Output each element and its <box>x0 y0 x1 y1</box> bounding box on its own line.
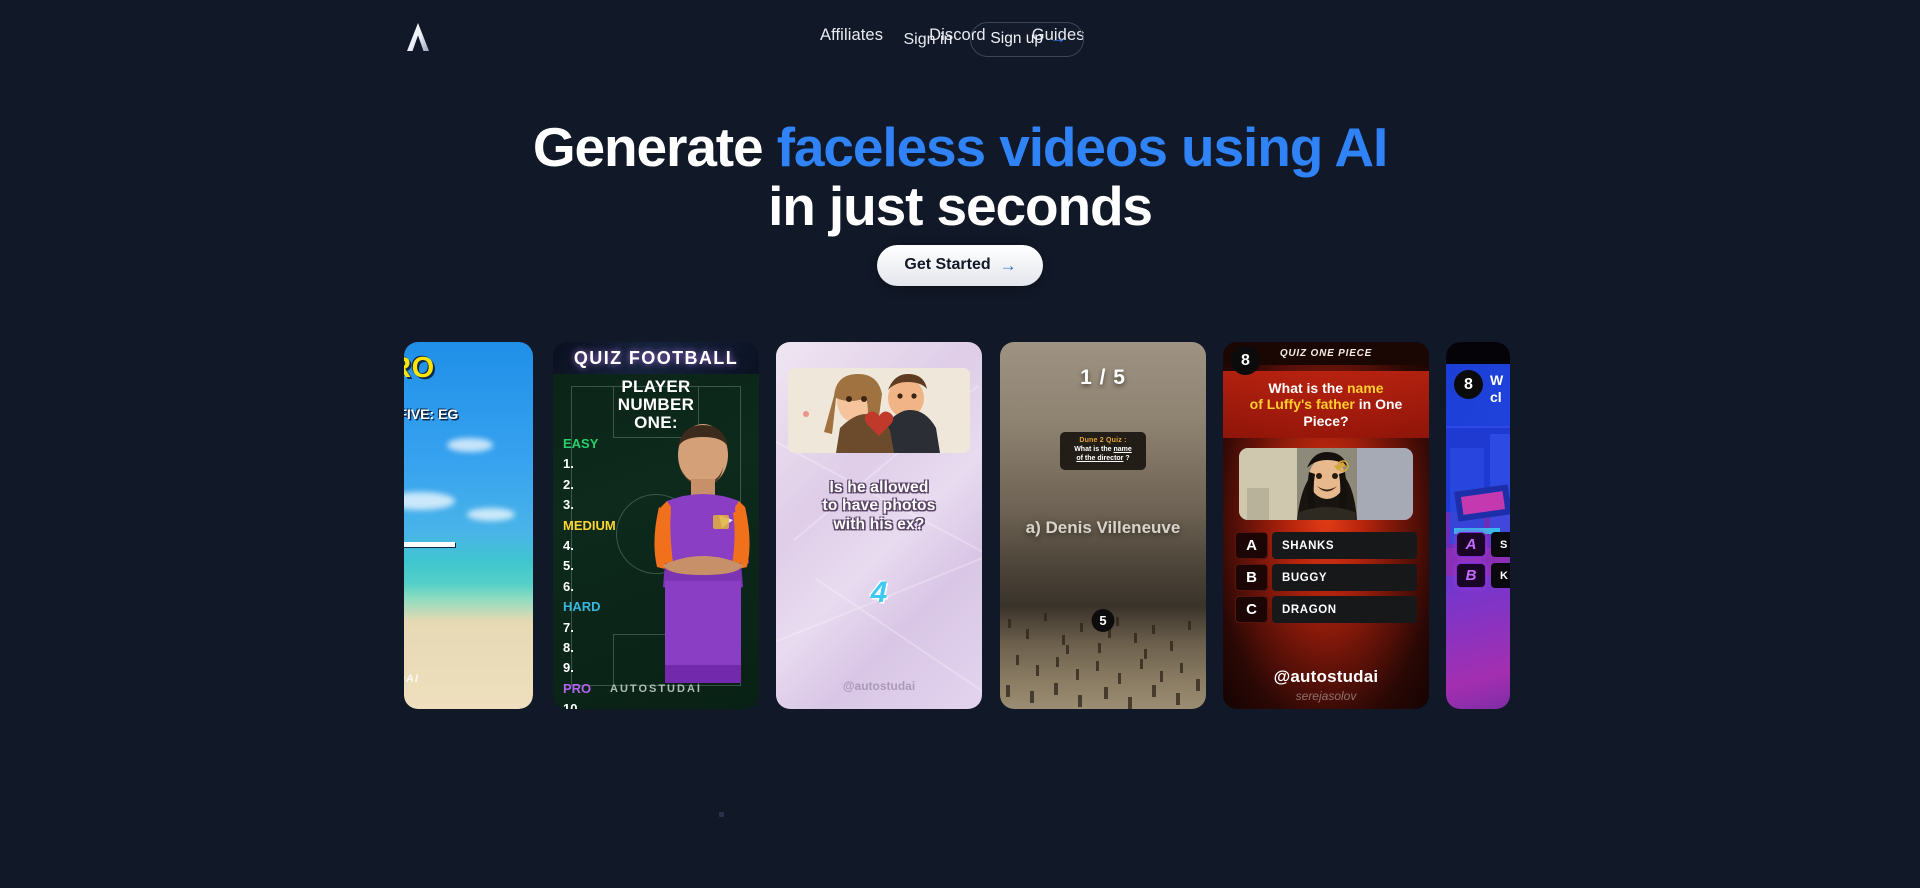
manga-character-portrait <box>1239 448 1413 520</box>
card-header-label: QUIZ FOOTBALL <box>573 347 739 368</box>
card-top-bar <box>1446 342 1510 364</box>
landing-page: Affiliates Discord Guides Sign in Sign u… <box>0 0 1920 888</box>
question-box: Dune 2 Quiz : What is the name of the di… <box>1060 432 1146 470</box>
arrow-right-icon: → <box>999 255 1017 275</box>
get-started-label: Get Started <box>904 256 991 273</box>
hero-title-plain: Generate <box>532 116 777 178</box>
football-player-photo <box>654 424 750 683</box>
sub-handle: @autostudai <box>1446 690 1510 699</box>
question-number-badge: 8 <box>1454 370 1483 399</box>
level-number: 1. <box>563 456 574 472</box>
level-number: 10. <box>563 701 582 709</box>
top-navigation-bar: Affiliates Discord Guides Sign in Sign u… <box>0 0 1920 80</box>
arrow-right-icon: → <box>1050 30 1066 47</box>
question-line1: Is he allowed <box>829 479 929 496</box>
option-letter: B <box>1456 563 1486 588</box>
hero-title-highlight: faceless videos using AI <box>776 116 1389 178</box>
answer-options: A S B K <box>1456 532 1510 594</box>
levels-list: EASY 1. 2. 3. MEDIUM 4. 5. 6. HARD 7. 8.… <box>563 434 616 709</box>
option-letter: A <box>1456 532 1486 557</box>
card-quiz-music[interactable]: 8 W cl A S B K <box>1446 342 1510 709</box>
divider <box>404 542 455 547</box>
level-number: 3. <box>563 497 574 513</box>
card-challenge-v1[interactable]: Is he allowed to have photos with his ex… <box>776 342 982 709</box>
option-letter: A <box>1235 532 1268 559</box>
scroll-indicator-dot <box>719 812 724 817</box>
card-subtitle: COUNTRY NUMBER FIVE: EG <box>404 388 458 423</box>
watermark: @autostudai <box>842 679 916 693</box>
level-label: HARD <box>563 599 601 615</box>
level-number: 4. <box>563 538 574 554</box>
logo-a-icon[interactable] <box>398 17 438 57</box>
option-row[interactable]: A SHANKS <box>1235 532 1417 559</box>
answer-text: a) Denis Villeneuve <box>1025 518 1181 537</box>
handle: @a <box>1446 663 1510 683</box>
option-letter: C <box>1235 596 1268 623</box>
option-text: S <box>1491 532 1510 557</box>
countdown-badge: 5 <box>1091 609 1115 632</box>
hero-section: Generate faceless videos using AI in jus… <box>0 116 1920 238</box>
nav-auth-actions: Sign in Sign up → <box>904 22 1084 57</box>
card-header-label: QUIZ ONE PIECE <box>1279 348 1373 359</box>
option-text: K <box>1491 563 1510 588</box>
card-question: What is the name of Luffy's father in On… <box>1223 371 1429 438</box>
countdown-number: 4 <box>870 576 888 609</box>
option-row[interactable]: B BUGGY <box>1235 564 1417 591</box>
option-text: DRAGON <box>1272 596 1417 623</box>
question-line3: with his ex? <box>833 515 925 533</box>
couple-hug-heart-illustration <box>788 368 970 453</box>
watermark: AUTOSTUDAI <box>404 673 419 685</box>
card-quiz-country[interactable]: IZ PRO COUNTRY NUMBER FIVE: EG entina zi… <box>404 342 533 709</box>
sign-up-button[interactable]: Sign up → <box>970 22 1084 57</box>
level-number: 9. <box>563 660 574 676</box>
card-quiz-v1-dune[interactable]: 1 / 5 Dune 2 Quiz : What is the name of … <box>1000 342 1206 709</box>
option-text: SHANKS <box>1272 532 1417 559</box>
question-body: What is the name of the director ? <box>1074 446 1132 463</box>
showcase-card-row: IZ PRO COUNTRY NUMBER FIVE: EG entina zi… <box>0 342 1920 709</box>
level-label: MEDIUM <box>563 517 616 533</box>
card-header: QUIZ FOOTBALL <box>553 342 759 374</box>
hero-title-line2: in just seconds <box>768 175 1153 238</box>
question-line2: to have photos <box>822 497 936 515</box>
level-number: 2. <box>563 476 574 492</box>
level-number: 6. <box>563 578 574 594</box>
sign-in-link[interactable]: Sign in <box>904 31 953 49</box>
level-number: 8. <box>563 640 574 656</box>
card-title: IZ PRO <box>404 352 435 385</box>
option-row[interactable]: A S <box>1456 532 1510 557</box>
level-number: 7. <box>563 619 574 635</box>
option-text: BUGGY <box>1272 564 1417 591</box>
option-row[interactable]: B K <box>1456 563 1510 588</box>
question-title: Dune 2 Quiz : <box>1079 437 1127 444</box>
page-title: Generate faceless videos using AI in jus… <box>0 116 1920 238</box>
sub-handle: serejasolov <box>1295 689 1357 703</box>
hero-cta-wrapper: Get Started → <box>0 245 1920 286</box>
level-label: EASY <box>563 436 599 451</box>
option-row[interactable]: C DRAGON <box>1235 596 1417 623</box>
card-question: W cl <box>1490 372 1504 405</box>
watermark: AUTOSTUDAI <box>610 683 702 695</box>
card-subtitle-line1: COUNTRY <box>404 388 458 406</box>
nav-link-affiliates[interactable]: Affiliates <box>820 26 883 45</box>
handle: @autostudai <box>1273 667 1379 686</box>
card-title-part2: PRO <box>404 352 435 384</box>
sign-up-label: Sign up <box>990 30 1043 47</box>
card-quiz-v3-manga[interactable]: QUIZ ONE PIECE 8 What is the name of Luf… <box>1223 342 1429 709</box>
answer-options: A SHANKS B BUGGY C DRAGON <box>1235 532 1417 628</box>
card-subtitle-line2: NUMBER FIVE: EG <box>404 405 459 422</box>
progress-indicator: 1 / 5 <box>1080 366 1126 389</box>
get-started-button[interactable]: Get Started → <box>877 245 1043 286</box>
level-number: 5. <box>563 558 574 574</box>
option-letter: B <box>1235 564 1268 591</box>
card-quiz-levels-football[interactable]: QUIZ FOOTBALL PLAYER NUMBER ONE: EASY 1. 2… <box>553 342 759 709</box>
question-number-badge: 8 <box>1231 346 1260 375</box>
card-question: Is he allowed to have photos with his ex… <box>776 479 982 534</box>
